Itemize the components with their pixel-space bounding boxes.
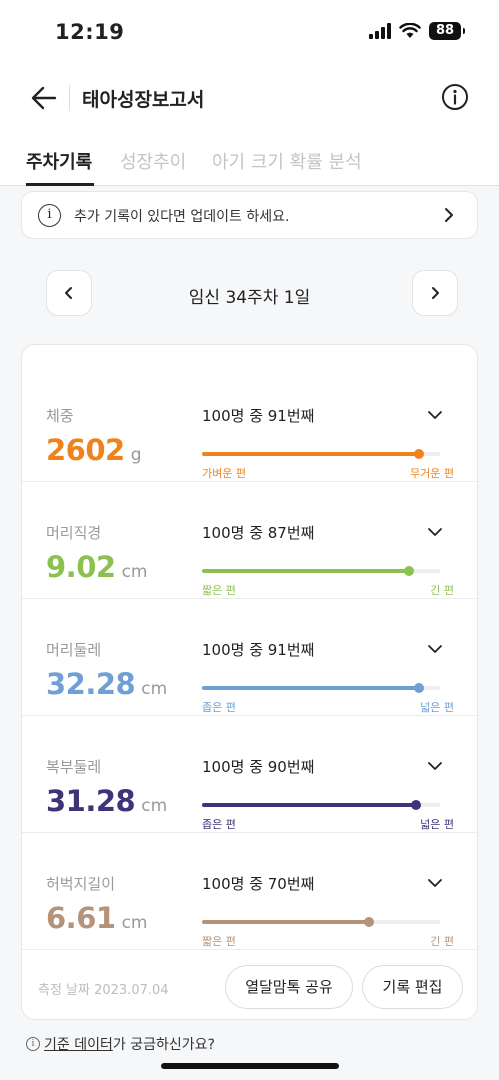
status-bar: 12:19 88 <box>0 0 499 66</box>
chevron-down-icon[interactable] <box>427 407 443 423</box>
chevron-down-icon[interactable] <box>427 641 443 657</box>
edit-record-button[interactable]: 기록 편집 <box>362 965 463 1009</box>
percentile-track <box>202 449 440 459</box>
metric-number: 9.02 <box>46 550 116 584</box>
percentile-fill <box>202 803 416 807</box>
card-footer: 측정 날짜 2023.07.04 열달맘톡 공유 기록 편집 <box>22 951 477 1019</box>
share-button[interactable]: 열달맘톡 공유 <box>225 965 353 1009</box>
notice-text: 추가 기록이 있다면 업데이트 하세요. <box>74 209 290 225</box>
active-tab-indicator <box>26 183 94 186</box>
metric-row-abdominal-circumference: 복부둘레 31.28 cm 100명 중 90번째 좁은 편 넓은 편 <box>22 716 477 833</box>
chevron-down-icon[interactable] <box>427 524 443 540</box>
update-notice-banner[interactable]: i 추가 기록이 있다면 업데이트 하세요. <box>21 191 478 239</box>
header-divider <box>69 85 70 111</box>
metrics-card: 체중 2602 g 100명 중 91번째 가벼운 편 무거운 편 머리직경 9.… <box>21 344 478 1020</box>
percentile-knob <box>364 917 374 927</box>
reference-question-text: 가 궁금하신가요? <box>112 1037 215 1053</box>
metric-unit: cm <box>121 562 148 582</box>
chevron-down-icon[interactable] <box>427 875 443 891</box>
percentile-fill <box>202 686 419 690</box>
home-indicator <box>161 1063 339 1069</box>
percentile-fill <box>202 452 419 456</box>
metric-label: 머리직경 <box>46 524 102 542</box>
next-week-button[interactable] <box>412 270 458 316</box>
metric-value: 31.28 cm <box>46 784 167 818</box>
metric-row-weight: 체중 2602 g 100명 중 91번째 가벼운 편 무거운 편 <box>22 365 477 482</box>
metric-unit: cm <box>121 913 148 933</box>
percentile-fill <box>202 569 409 573</box>
metric-rank: 100명 중 91번째 <box>202 407 315 425</box>
metric-number: 32.28 <box>46 667 136 701</box>
range-label-low: 짧은 편 <box>202 584 236 597</box>
metric-label: 머리둘레 <box>46 641 102 659</box>
percentile-knob <box>414 683 424 693</box>
metric-rank: 100명 중 70번째 <box>202 875 315 893</box>
measurement-date: 측정 날짜 2023.07.04 <box>38 983 169 998</box>
metric-rank: 100명 중 90번째 <box>202 758 315 776</box>
metric-number: 31.28 <box>46 784 136 818</box>
page-title: 태아성장보고서 <box>82 89 205 111</box>
metric-row-femur-length: 허벅지길이 6.61 cm 100명 중 70번째 짧은 편 긴 편 <box>22 833 477 950</box>
metric-row-head-circumference: 머리둘레 32.28 cm 100명 중 91번째 좁은 편 넓은 편 <box>22 599 477 716</box>
chevron-down-icon[interactable] <box>427 758 443 774</box>
percentile-knob <box>411 800 421 810</box>
percentile-fill <box>202 920 369 924</box>
status-icons: 88 <box>369 22 465 40</box>
info-circle-icon: i <box>26 1037 40 1051</box>
cellular-signal-icon <box>369 23 391 39</box>
percentile-track <box>202 917 440 927</box>
app-header: 태아성장보고서 <box>0 66 499 130</box>
metric-row-head-diameter: 머리직경 9.02 cm 100명 중 87번째 짧은 편 긴 편 <box>22 482 477 599</box>
chevron-right-icon <box>445 208 453 222</box>
status-time: 12:19 <box>55 20 125 44</box>
metric-number: 6.61 <box>46 901 116 935</box>
metric-label: 복부둘레 <box>46 758 102 776</box>
reference-data-link[interactable]: 기준 데이터 <box>44 1037 113 1053</box>
range-label-low: 좁은 편 <box>202 701 236 714</box>
range-label-low: 짧은 편 <box>202 935 236 948</box>
range-label-high: 긴 편 <box>430 584 454 597</box>
metric-rank: 100명 중 91번째 <box>202 641 315 659</box>
percentile-track <box>202 566 440 576</box>
info-icon[interactable] <box>441 83 469 111</box>
tab-growth-trend[interactable]: 성장추이 <box>120 148 186 174</box>
chevron-right-icon <box>432 287 439 299</box>
range-label-high: 무거운 편 <box>410 467 454 480</box>
metric-unit: g <box>130 445 142 465</box>
percentile-knob <box>404 566 414 576</box>
reference-data-question: i 기준 데이터가 궁금하신가요? <box>26 1034 215 1054</box>
metric-unit: cm <box>141 796 168 816</box>
metric-number: 2602 <box>46 433 125 467</box>
range-label-high: 긴 편 <box>430 935 454 948</box>
metric-value: 2602 g <box>46 433 142 467</box>
back-arrow-icon[interactable] <box>28 82 60 114</box>
tab-bar: 주차기록 성장추이 아기 크기 확률 분석 <box>0 130 499 186</box>
range-label-low: 가벼운 편 <box>202 467 246 480</box>
range-label-high: 넓은 편 <box>420 818 454 831</box>
wifi-icon <box>399 23 421 38</box>
percentile-track <box>202 683 440 693</box>
info-circle-icon: i <box>38 204 61 227</box>
percentile-track <box>202 800 440 810</box>
tab-size-probability[interactable]: 아기 크기 확률 분석 <box>212 148 362 174</box>
metric-label: 허벅지길이 <box>46 875 116 893</box>
metric-value: 32.28 cm <box>46 667 167 701</box>
percentile-knob <box>414 449 424 459</box>
tab-weekly-record[interactable]: 주차기록 <box>26 148 92 174</box>
metric-value: 9.02 cm <box>46 550 147 584</box>
metric-value: 6.61 cm <box>46 901 147 935</box>
range-label-high: 넓은 편 <box>420 701 454 714</box>
metric-unit: cm <box>141 679 168 699</box>
metric-label: 체중 <box>46 407 74 425</box>
battery-icon: 88 <box>429 22 465 40</box>
range-label-low: 좁은 편 <box>202 818 236 831</box>
metric-rank: 100명 중 87번째 <box>202 524 315 542</box>
